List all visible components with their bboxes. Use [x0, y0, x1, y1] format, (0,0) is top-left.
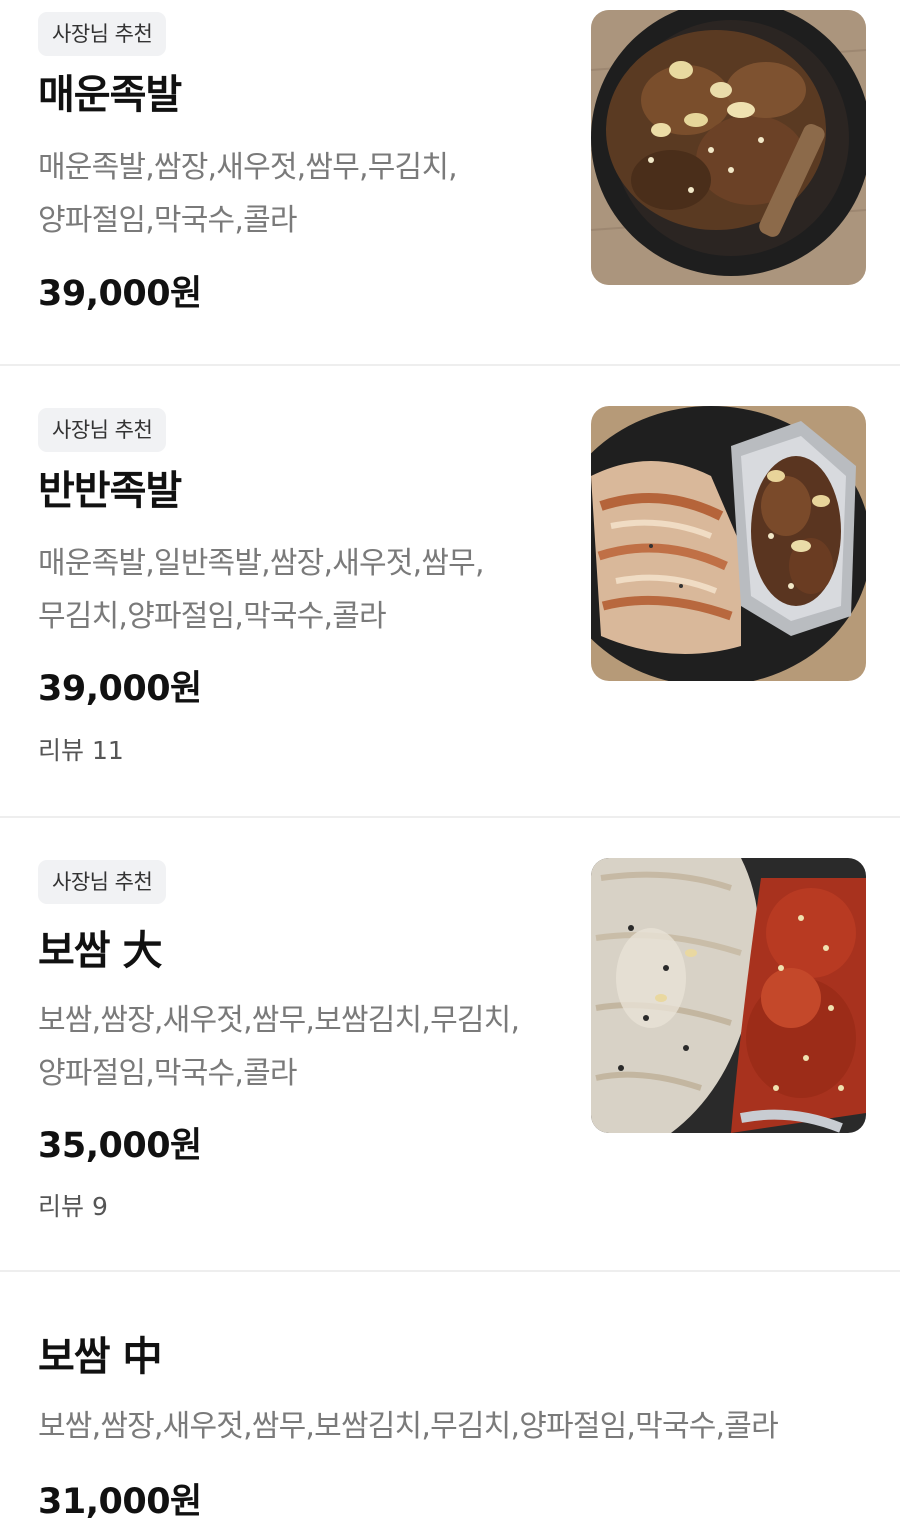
- menu-item-description: 매운족발,쌈장,새우젓,쌈무,무김치,양파절임,막국수,콜라: [38, 150, 458, 238]
- menu-item-price: 39,000원: [38, 274, 202, 314]
- menu-item-photo[interactable]: [591, 10, 866, 285]
- menu-item-bossam-large[interactable]: 사장님 추천 보쌈 大 보쌈,쌈장,새우젓,쌈무,보쌈김치,무김치,양파절임,막…: [0, 818, 900, 1270]
- menu-item-half-half-jokbal[interactable]: 사장님 추천 반반족발 매운족발,일반족발,쌈장,새우젓,쌈무,무김치,양파절임…: [0, 366, 900, 816]
- menu-list: 사장님 추천 매운족발 매운족발,쌈장,새우젓,쌈무,무김치,양파절임,막국수,…: [0, 0, 900, 1522]
- menu-item-review-count[interactable]: 리뷰 9: [38, 1190, 108, 1224]
- menu-item-description: 보쌈,쌈장,새우젓,쌈무,보쌈김치,무김치,양파절임,막국수,콜라: [38, 1409, 779, 1444]
- owner-recommend-badge: 사장님 추천: [38, 860, 167, 904]
- menu-item-name: 반반족발: [38, 468, 182, 514]
- menu-item-description: 보쌈,쌈장,새우젓,쌈무,보쌈김치,무김치,양파절임,막국수,콜라: [38, 1003, 520, 1091]
- spicy-jokbal-photo: [591, 10, 866, 285]
- menu-item-name: 매운족발: [38, 72, 182, 118]
- menu-item-review-count[interactable]: 리뷰 11: [38, 734, 124, 768]
- menu-item-name: 보쌈 大: [38, 928, 163, 974]
- owner-recommend-badge: 사장님 추천: [38, 408, 167, 452]
- menu-item-description: 매운족발,일반족발,쌈장,새우젓,쌈무,무김치,양파절임,막국수,콜라: [38, 546, 484, 634]
- menu-item-price: 35,000원: [38, 1126, 202, 1166]
- menu-item-photo[interactable]: [591, 858, 866, 1133]
- menu-item-price: 39,000원: [38, 669, 202, 709]
- menu-item-price: 31,000원: [38, 1482, 202, 1522]
- menu-item-spicy-jokbal[interactable]: 사장님 추천 매운족발 매운족발,쌈장,새우젓,쌈무,무김치,양파절임,막국수,…: [0, 0, 900, 364]
- owner-recommend-badge: 사장님 추천: [38, 12, 167, 56]
- menu-item-photo[interactable]: [591, 406, 866, 681]
- menu-item-bossam-medium[interactable]: 보쌈 中 보쌈,쌈장,새우젓,쌈무,보쌈김치,무김치,양파절임,막국수,콜라 3…: [0, 1272, 900, 1522]
- half-half-jokbal-photo: [591, 406, 866, 681]
- menu-item-name: 보쌈 中: [38, 1334, 163, 1380]
- bossam-large-photo: [591, 858, 866, 1133]
